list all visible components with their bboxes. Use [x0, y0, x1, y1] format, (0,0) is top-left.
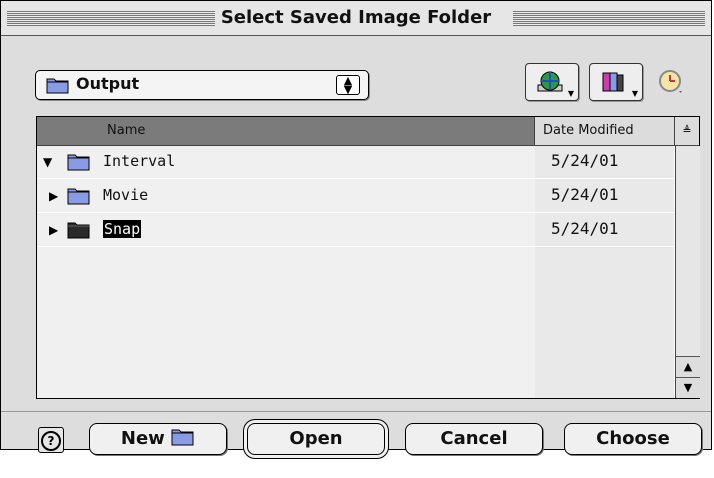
dropdown-indicator-icon: ▼ [567, 89, 574, 98]
scroll-up-button[interactable]: ▲ [676, 356, 700, 377]
location-label: Output [76, 74, 140, 93]
scroll-down-button[interactable]: ▼ [676, 377, 700, 398]
column-header-date[interactable]: Date Modified [535, 117, 675, 146]
column-header-name[interactable]: Name [37, 117, 535, 146]
new-folder-icon [171, 427, 195, 457]
clock-icon [657, 69, 685, 99]
title-bar[interactable]: Select Saved Image Folder [1, 1, 711, 36]
sort-order-button[interactable]: ≜ [675, 117, 699, 146]
item-name: Interval [103, 152, 176, 170]
list-item[interactable]: ▶ Movie 5/24/01 [37, 180, 674, 213]
list-body: ▼ Interval 5/24/01 ▶ Movie 5/24/01 ▶ Sna… [37, 146, 674, 398]
folder-icon [67, 186, 91, 210]
item-name: Snap [103, 220, 142, 238]
disclosure-closed-icon[interactable]: ▶ [49, 189, 58, 203]
favorites-button[interactable]: ▼ [589, 63, 643, 101]
choose-button[interactable]: Choose [564, 423, 702, 455]
folder-icon [67, 152, 91, 176]
open-button[interactable]: Open [247, 423, 385, 455]
globe-icon [536, 70, 564, 98]
shortcuts-button[interactable]: ▼ [525, 63, 579, 101]
vertical-scrollbar[interactable]: ▲ ▼ [675, 146, 700, 398]
location-popup[interactable]: Output ▲ ▼ [35, 70, 369, 100]
item-date: 5/24/01 [551, 219, 619, 238]
divider [1, 411, 711, 412]
dialog-window: Select Saved Image Folder Output ▲ ▼ ▼ ▼ … [0, 0, 712, 455]
item-name: Movie [103, 186, 149, 204]
new-folder-button[interactable]: New [89, 423, 227, 455]
disclosure-closed-icon[interactable]: ▶ [49, 223, 58, 237]
books-icon [600, 70, 628, 98]
item-date: 5/24/01 [551, 185, 619, 204]
window-title: Select Saved Image Folder [214, 7, 498, 28]
recent-button[interactable] [653, 63, 699, 99]
help-icon: ? [41, 431, 61, 451]
popup-arrows-icon: ▲ ▼ [336, 75, 360, 95]
dropdown-indicator-icon: ▼ [631, 89, 638, 98]
list-item[interactable]: ▶ Snap 5/24/01 [37, 214, 674, 247]
folder-icon [46, 76, 70, 98]
disclosure-open-icon[interactable]: ▼ [43, 155, 52, 169]
cancel-button[interactable]: Cancel [405, 423, 543, 455]
folder-selected-icon [67, 220, 91, 244]
item-date: 5/24/01 [551, 151, 619, 170]
help-button[interactable]: ? [38, 427, 64, 453]
file-list[interactable]: Name Date Modified ≜ ▼ Interval 5/24/01 … [36, 116, 700, 399]
list-item[interactable]: ▼ Interval 5/24/01 [37, 146, 674, 179]
